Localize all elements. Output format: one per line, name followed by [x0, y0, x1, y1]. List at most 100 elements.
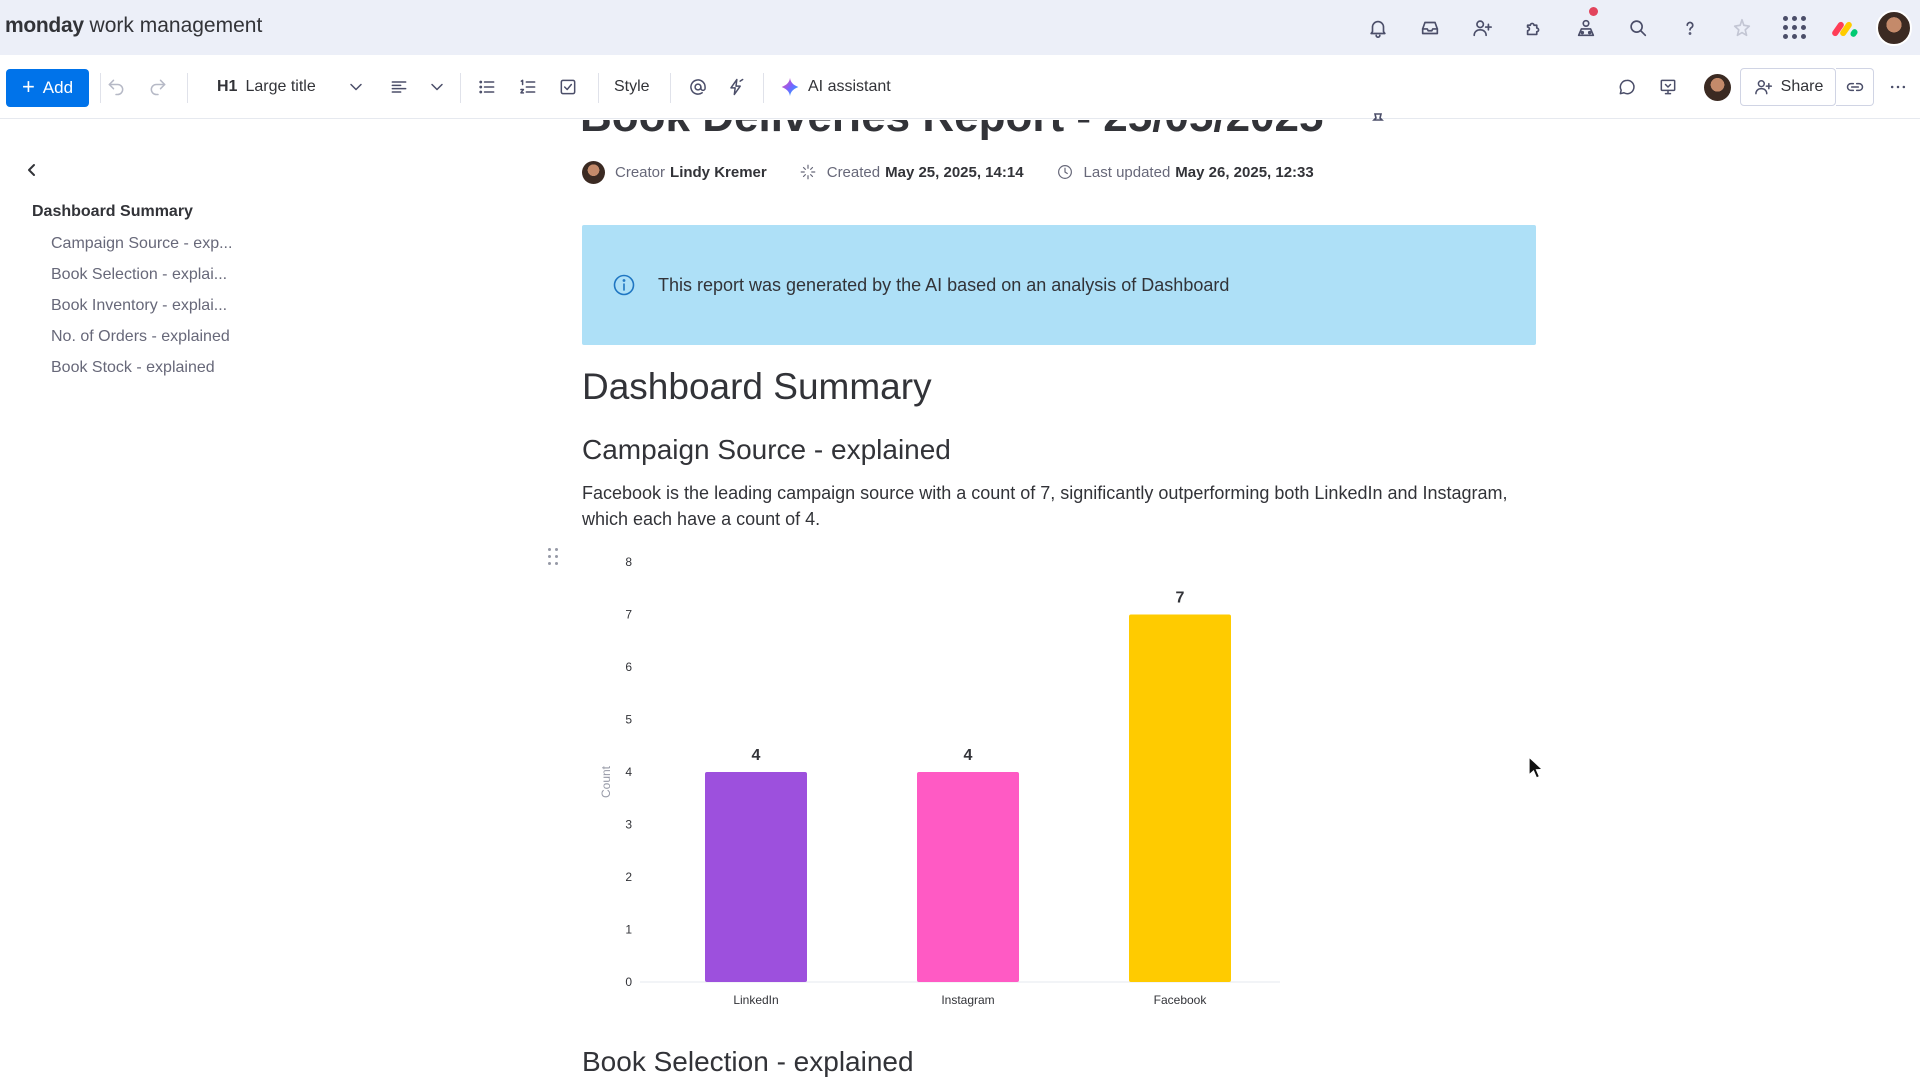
favorites-icon[interactable] [1716, 0, 1768, 55]
bell-icon[interactable] [1352, 0, 1404, 55]
bullet-list-icon[interactable] [477, 69, 497, 105]
info-icon [613, 274, 635, 296]
numbered-list-icon[interactable] [518, 69, 538, 105]
alignment-dropdown[interactable] [389, 69, 447, 105]
x-category-label: Facebook [1154, 993, 1208, 1007]
bar [705, 772, 807, 982]
created-value: May 25, 2025, 14:14 [885, 163, 1024, 181]
toc-item[interactable]: Book Inventory - explai... [51, 295, 232, 326]
y-tick-label: 6 [625, 660, 632, 674]
pin-icon[interactable] [1370, 112, 1386, 128]
y-tick-label: 5 [625, 713, 632, 727]
clock-icon [1057, 165, 1072, 179]
doc-title-container: Book Deliveries Report - 25/05/2025 [580, 120, 1380, 140]
copy-link-button[interactable] [1836, 68, 1874, 106]
bar [1129, 614, 1231, 982]
link-icon [1846, 82, 1863, 92]
heading-level-icon: H1 [217, 78, 238, 95]
undo-icon[interactable] [106, 69, 126, 105]
y-tick-label: 2 [625, 870, 632, 884]
ai-sparkle-icon [781, 77, 799, 97]
doc-meta: Creator Lindy Kremer Created May 25, 202… [582, 160, 1314, 184]
redo-icon[interactable] [148, 69, 168, 105]
present-icon[interactable] [1658, 69, 1678, 105]
ai-info-banner: This report was generated by the AI base… [582, 225, 1536, 345]
user-avatar[interactable] [1876, 9, 1912, 46]
x-category-label: Instagram [941, 993, 994, 1007]
y-tick-label: 7 [625, 608, 632, 622]
divider [670, 73, 671, 103]
creator-label: Creator [615, 163, 666, 181]
toc-item[interactable]: Book Selection - explai... [51, 264, 232, 295]
updated-label: Last updated [1083, 163, 1171, 181]
comment-icon[interactable] [1617, 69, 1637, 105]
divider [100, 73, 101, 103]
plus-icon: + [21, 74, 35, 99]
bar-chart-svg: 0 1 2 3 4 5 6 7 8 Count 4 LinkedIn 4 Instagram 7 Facebo… [599, 555, 1280, 1007]
creator-name[interactable]: Lindy Kremer [670, 164, 767, 181]
style-button[interactable]: Style [614, 69, 650, 105]
add-button-label: Add [42, 78, 74, 97]
ai-assistant-label: AI assistant [808, 78, 891, 95]
heading-campaign-source[interactable]: Campaign Source - explained [582, 434, 951, 466]
collaborator-avatar[interactable] [1704, 74, 1731, 101]
divider [598, 73, 599, 103]
app-switcher-icon[interactable] [1768, 0, 1820, 55]
divider [187, 73, 188, 103]
heading-book-selection[interactable]: Book Selection - explained [582, 1046, 914, 1078]
help-icon[interactable] [1664, 0, 1716, 55]
inbox-icon[interactable] [1404, 0, 1456, 55]
divider [763, 73, 764, 103]
doc-title[interactable]: Book Deliveries Report - 25/05/2025 [580, 120, 1323, 140]
toc-title[interactable]: Dashboard Summary [32, 203, 193, 221]
toc-item[interactable]: Book Stock - explained [51, 357, 232, 388]
mention-icon[interactable] [688, 69, 708, 105]
notification-dot [1589, 7, 1598, 16]
more-options-icon[interactable] [1880, 69, 1916, 105]
toc-item[interactable]: Campaign Source - exp... [51, 233, 232, 264]
y-tick-label: 1 [625, 923, 632, 937]
y-tick-label: 4 [625, 765, 632, 779]
add-person-icon [1754, 80, 1772, 95]
created-sparkle-icon [800, 164, 816, 180]
bar-data-label: 7 [1176, 590, 1185, 607]
x-category-label: LinkedIn [733, 993, 778, 1007]
banner-text: This report was generated by the AI base… [658, 274, 1230, 295]
y-tick-label: 0 [625, 975, 632, 989]
y-tick-label: 8 [625, 555, 632, 569]
add-button[interactable]: + Add [6, 69, 89, 107]
checklist-icon[interactable] [558, 69, 578, 105]
toc-item[interactable]: No. of Orders - explained [51, 326, 232, 357]
align-left-icon [391, 81, 407, 93]
collapse-toc-icon[interactable] [24, 162, 40, 178]
y-tick-label: 3 [625, 818, 632, 832]
toc-list: Campaign Source - exp... Book Selection … [51, 233, 232, 388]
heading-dashboard-summary[interactable]: Dashboard Summary [582, 366, 932, 408]
brand-rest: work management [83, 14, 263, 37]
bar-data-label: 4 [752, 747, 761, 764]
product-brand[interactable]: monday work management [5, 14, 262, 38]
automation-icon[interactable] [726, 69, 746, 105]
updated-value: May 26, 2025, 12:33 [1175, 163, 1314, 181]
integrations-icon[interactable] [1560, 0, 1612, 55]
divider [460, 73, 461, 103]
campaign-source-paragraph[interactable]: Facebook is the leading campaign source … [582, 480, 1512, 532]
editor-toolbar: + Add H1 Large title Style AI assistant … [0, 55, 1920, 119]
heading-dropdown[interactable]: H1 Large title [217, 69, 366, 105]
heading-dropdown-label: Large title [245, 78, 316, 95]
created-label: Created [826, 163, 881, 181]
block-drag-handle[interactable] [548, 548, 560, 566]
share-button[interactable]: Share [1740, 68, 1836, 106]
creator-avatar[interactable] [582, 160, 605, 184]
y-axis-label: Count [599, 765, 613, 798]
apps-icon[interactable] [1508, 0, 1560, 55]
product-logo[interactable] [1820, 0, 1872, 55]
share-button-label: Share [1780, 78, 1824, 95]
chevron-down-icon [431, 83, 443, 91]
invite-members-icon[interactable] [1456, 0, 1508, 55]
mouse-cursor [1528, 756, 1544, 779]
ai-assistant-button[interactable]: AI assistant [780, 69, 891, 105]
search-icon[interactable] [1612, 0, 1664, 55]
campaign-source-chart: 0 1 2 3 4 5 6 7 8 Count 4 LinkedIn 4 Instagram 7 Facebo… [590, 548, 1300, 1018]
bar [917, 772, 1019, 982]
